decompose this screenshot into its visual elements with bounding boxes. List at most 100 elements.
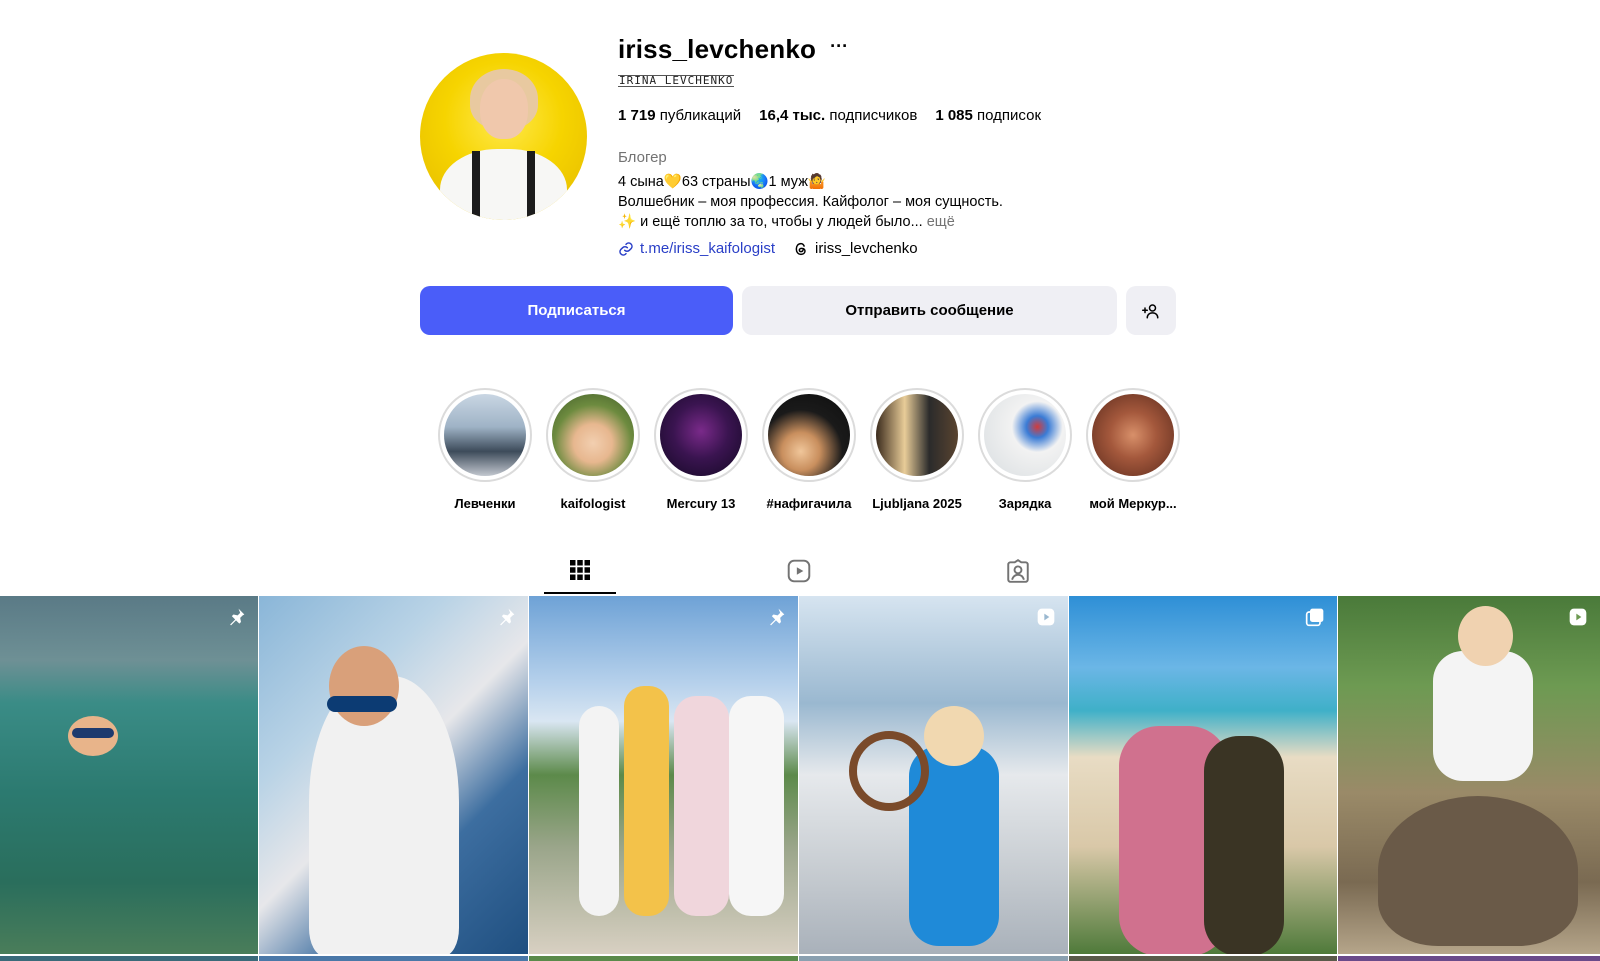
post-tile[interactable] bbox=[529, 596, 798, 954]
reel-icon bbox=[1037, 608, 1055, 626]
post-tile[interactable] bbox=[1338, 596, 1600, 954]
story-highlight[interactable]: Зарядка bbox=[971, 388, 1079, 511]
story-highlight[interactable]: kaifologist bbox=[539, 388, 647, 511]
photo-subject-glasses bbox=[72, 728, 114, 738]
suggest-users-button[interactable] bbox=[1126, 286, 1176, 335]
highlight-thumbnail bbox=[984, 394, 1066, 476]
highlight-thumbnail bbox=[444, 394, 526, 476]
post-tile-partial[interactable] bbox=[529, 956, 798, 961]
avatar-face bbox=[480, 79, 528, 139]
highlight-label: Левченки bbox=[454, 496, 516, 511]
highlight-ring bbox=[762, 388, 856, 482]
highlight-label: Mercury 13 bbox=[666, 496, 736, 511]
highlight-label: #нафигачила bbox=[766, 496, 852, 511]
highlight-ring bbox=[654, 388, 748, 482]
more-options-icon[interactable]: ··· bbox=[830, 36, 848, 57]
highlight-thumbnail bbox=[1092, 394, 1174, 476]
photo-subject-head bbox=[924, 706, 984, 766]
threads-link[interactable]: iriss_levchenko bbox=[793, 240, 918, 257]
highlight-thumbnail bbox=[876, 394, 958, 476]
highlight-thumbnail bbox=[768, 394, 850, 476]
bio-line: 4 сына💛63 страны🌏1 муж🤷 bbox=[618, 174, 826, 190]
photo-subject bbox=[1433, 651, 1533, 781]
following-stat[interactable]: 1 085 подписок bbox=[935, 107, 1041, 124]
story-highlight[interactable]: Ljubljana 2025 bbox=[863, 388, 971, 511]
profile-bio: 4 сына💛63 страны🌏1 муж🤷 Волшебник – моя … bbox=[618, 172, 1003, 232]
followers-stat[interactable]: 16,4 тыс. подписчиков bbox=[759, 107, 917, 124]
carousel-icon bbox=[1305, 608, 1324, 627]
post-tile-partial[interactable] bbox=[1069, 956, 1337, 961]
tab-tagged[interactable] bbox=[982, 548, 1054, 594]
post-tile-partial[interactable] bbox=[0, 956, 258, 961]
tagged-icon bbox=[1007, 558, 1029, 583]
send-message-button[interactable]: Отправить сообщение bbox=[742, 286, 1117, 335]
post-tile[interactable] bbox=[0, 596, 258, 954]
highlight-ring bbox=[1086, 388, 1180, 482]
external-link-text: t.me/iriss_kaifologist bbox=[640, 240, 776, 257]
followers-label: подписчиков bbox=[829, 107, 918, 124]
tab-posts[interactable] bbox=[544, 548, 616, 594]
profile-links: t.me/iriss_kaifologist iriss_levchenko bbox=[618, 240, 918, 257]
post-tile-partial[interactable] bbox=[259, 956, 528, 961]
highlight-ring bbox=[870, 388, 964, 482]
highlight-ring bbox=[546, 388, 640, 482]
highlight-label: мой Меркур... bbox=[1089, 496, 1177, 511]
posts-stat: 1 719 публикаций bbox=[618, 107, 741, 124]
posts-count: 1 719 bbox=[618, 107, 656, 124]
highlight-label: Ljubljana 2025 bbox=[872, 496, 962, 511]
photo-subject bbox=[1204, 736, 1284, 954]
photo-subject bbox=[729, 696, 784, 916]
username-row: iriss_levchenko ··· bbox=[618, 34, 848, 65]
profile-full-name: IRINA LEVCHENKO bbox=[618, 74, 735, 87]
tab-reels[interactable] bbox=[763, 548, 835, 594]
reel-icon bbox=[1569, 608, 1587, 626]
profile-avatar[interactable] bbox=[420, 53, 587, 220]
post-tile-partial[interactable] bbox=[799, 956, 1068, 961]
bio-line: ✨ и ещё топлю за то, чтобы у людей было.… bbox=[618, 212, 1003, 232]
post-tile-partial[interactable] bbox=[1338, 956, 1600, 961]
pin-icon bbox=[500, 608, 515, 626]
photo-tortoise bbox=[1378, 796, 1578, 946]
avatar-strap bbox=[527, 151, 535, 220]
photo-subject-head bbox=[1458, 606, 1513, 666]
threads-icon bbox=[795, 242, 806, 255]
avatar-shirt bbox=[440, 149, 567, 220]
external-link[interactable]: t.me/iriss_kaifologist bbox=[618, 240, 775, 257]
photo-subject-head bbox=[329, 646, 399, 726]
link-icon bbox=[619, 241, 633, 256]
photo-subject bbox=[674, 696, 729, 916]
post-tile[interactable] bbox=[799, 596, 1068, 954]
pin-icon bbox=[770, 608, 785, 626]
highlight-ring bbox=[978, 388, 1072, 482]
reels-icon bbox=[787, 559, 811, 583]
bio-line-text: ✨ и ещё топлю за то, чтобы у людей было.… bbox=[618, 214, 923, 230]
following-count: 1 085 bbox=[935, 107, 973, 124]
story-highlight[interactable]: мой Меркур... bbox=[1079, 388, 1187, 511]
post-tile[interactable] bbox=[259, 596, 528, 954]
add-user-icon bbox=[1142, 303, 1159, 318]
highlight-thumbnail bbox=[552, 394, 634, 476]
story-highlight[interactable]: Mercury 13 bbox=[647, 388, 755, 511]
photo-subject bbox=[624, 686, 669, 916]
post-tile[interactable] bbox=[1069, 596, 1337, 954]
posts-label: публикаций bbox=[659, 107, 742, 124]
highlight-label: kaifologist bbox=[560, 496, 626, 511]
story-highlight[interactable]: #нафигачила bbox=[755, 388, 863, 511]
profile-category: Блогер bbox=[618, 149, 667, 166]
highlight-ring bbox=[438, 388, 532, 482]
highlight-label: Зарядка bbox=[998, 496, 1052, 511]
photo-subject-glasses bbox=[327, 696, 397, 712]
follow-button[interactable]: Подписаться bbox=[420, 286, 733, 335]
highlight-thumbnail bbox=[660, 394, 742, 476]
pin-icon bbox=[230, 608, 245, 626]
following-label: подписок bbox=[977, 107, 1042, 124]
profile-stats: 1 719 публикаций 16,4 тыс. подписчиков 1… bbox=[618, 107, 1041, 124]
bio-more-link[interactable]: ещё bbox=[927, 214, 955, 230]
story-highlight[interactable]: Левченки bbox=[431, 388, 539, 511]
photo-steering-wheel bbox=[849, 731, 929, 811]
photo-subject bbox=[579, 706, 619, 916]
threads-handle: iriss_levchenko bbox=[815, 240, 918, 257]
followers-count: 16,4 тыс. bbox=[759, 107, 826, 124]
bio-line: Волшебник – моя профессия. Кайфолог – мо… bbox=[618, 194, 1003, 210]
avatar-strap bbox=[472, 151, 480, 220]
